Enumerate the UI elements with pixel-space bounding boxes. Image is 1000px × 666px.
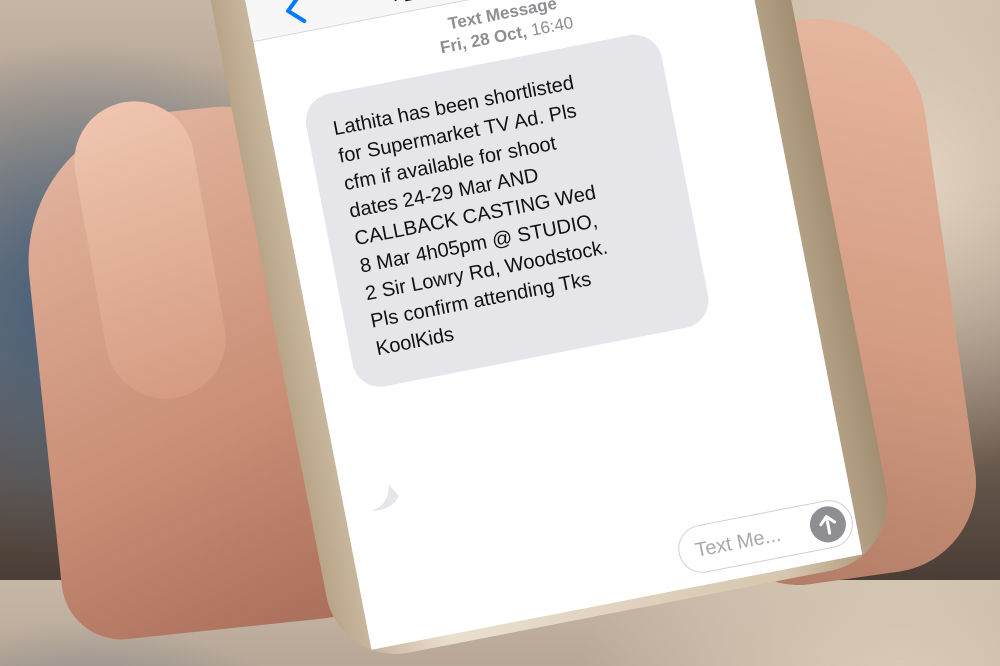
message-input[interactable] (690, 514, 809, 567)
chevron-left-icon[interactable] (281, 0, 308, 26)
incoming-message-bubble[interactable]: Lathita has been shortlisted for Superma… (301, 29, 714, 392)
bubble-tail (371, 483, 399, 512)
arrow-up-icon (819, 514, 837, 535)
send-button[interactable] (806, 503, 850, 546)
